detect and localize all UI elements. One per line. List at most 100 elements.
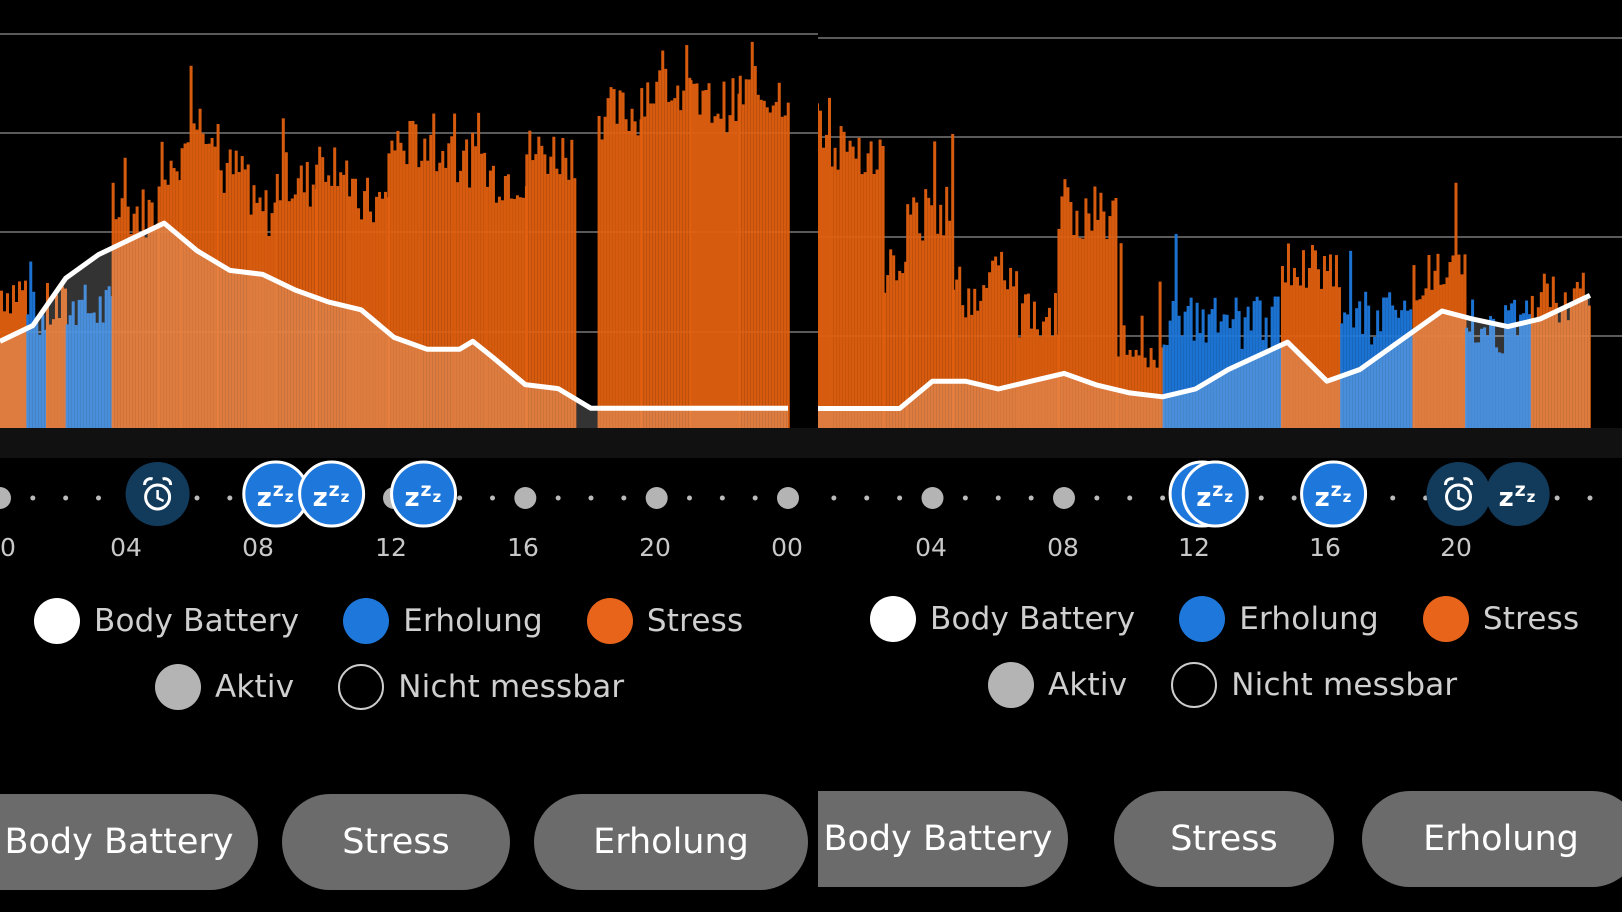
- stress-bar: [630, 108, 634, 428]
- activity-dot: [777, 487, 799, 509]
- stress-bar: [819, 110, 822, 429]
- button-label: Body Battery: [823, 819, 1053, 859]
- legend-item-active: Aktiv: [155, 664, 294, 710]
- stress-bar: [670, 100, 674, 428]
- stress-bar: [836, 169, 840, 429]
- sleep-icon: z: [1331, 479, 1342, 501]
- sleep-icon: z: [1196, 483, 1211, 513]
- legend-item-unmeasurable: Nicht messbar: [1171, 662, 1457, 708]
- timeline-dot: [864, 495, 870, 501]
- body-battery-button[interactable]: Body Battery: [0, 794, 258, 890]
- button-label: Erholung: [593, 822, 749, 862]
- x-tick-label: 08: [242, 533, 274, 562]
- stress-bar: [906, 204, 910, 428]
- body-battery-button[interactable]: Body Battery: [818, 791, 1068, 887]
- chart-baseline-strip: [818, 428, 1622, 458]
- timeline-dot: [227, 495, 233, 501]
- stress-bar: [777, 82, 781, 429]
- stress-bar: [600, 139, 604, 429]
- stress-bar: [786, 102, 790, 428]
- button-label: Stress: [1170, 819, 1278, 859]
- legend-item-stress: Stress: [1422, 596, 1579, 642]
- stress-bar: [872, 173, 876, 428]
- x-tick-label: 00: [0, 533, 16, 562]
- stress-bar: [633, 121, 637, 428]
- recovery-button[interactable]: Erholung: [1362, 791, 1622, 887]
- stress-swatch-icon: [1422, 596, 1469, 642]
- stress-bar: [640, 88, 644, 428]
- stress-bar: [716, 113, 720, 428]
- stress-button[interactable]: Stress: [282, 794, 510, 890]
- stress-bar: [750, 41, 754, 428]
- stress-bar: [689, 80, 693, 428]
- stress-bar: [646, 82, 650, 428]
- unmeasurable-swatch-icon: [338, 664, 385, 710]
- activity-dot: [514, 487, 537, 509]
- legend-item-unmeasurable: Nicht messbar: [338, 664, 624, 710]
- stress-bar: [728, 115, 732, 429]
- x-tick-label: 20: [639, 533, 671, 562]
- timeline-dot: [1390, 495, 1396, 501]
- stress-bar: [759, 99, 763, 428]
- timeline-dot: [897, 495, 903, 501]
- stress-bar: [621, 92, 625, 428]
- stress-bar: [895, 280, 899, 428]
- stress-bar: [573, 178, 577, 428]
- x-tick-label: 12: [1178, 533, 1210, 562]
- stress-bar: [845, 151, 849, 428]
- chart-baseline-strip: [0, 428, 818, 458]
- stress-body-battery-chart-right: zzzzzzzzzzzz000408121620: [818, 37, 1622, 562]
- recovery-swatch-icon: [343, 598, 390, 644]
- stress-bar: [731, 78, 735, 429]
- stress-bar: [597, 115, 601, 428]
- stress-bar: [860, 174, 864, 428]
- stress-bar: [664, 68, 668, 428]
- x-tick-label: 12: [375, 533, 407, 562]
- stress-bar: [561, 138, 565, 429]
- x-tick-label: 04: [915, 533, 947, 562]
- timeline-dot: [719, 495, 725, 501]
- stress-bar: [863, 172, 867, 428]
- stress-bar: [756, 94, 760, 429]
- stress-bar: [878, 139, 882, 428]
- timeline-dot: [457, 495, 463, 501]
- stress-bar: [707, 83, 711, 428]
- timeline-dot: [1094, 495, 1100, 501]
- stress-bar: [771, 105, 775, 429]
- stress-bar: [738, 75, 742, 429]
- stress-bar: [828, 97, 831, 429]
- stress-bar: [643, 116, 647, 428]
- stress-bar: [857, 137, 861, 428]
- sleep-icon: z: [1224, 488, 1233, 506]
- timeline-dot: [490, 495, 495, 501]
- stress-bar: [682, 90, 686, 428]
- active-swatch-icon: [155, 664, 201, 710]
- stress-bar: [676, 85, 680, 428]
- legend-label: Nicht messbar: [398, 669, 625, 705]
- stress-bar: [564, 157, 568, 428]
- stress-bar: [753, 66, 757, 428]
- stress-bar: [685, 45, 689, 428]
- x-tick-label: 16: [1309, 533, 1341, 562]
- stress-bar: [606, 98, 610, 428]
- sleep-icon: z: [341, 488, 350, 506]
- stress-button[interactable]: Stress: [1114, 791, 1334, 887]
- sleep-icon: z: [1343, 488, 1352, 506]
- active-swatch-icon: [988, 662, 1034, 708]
- recovery-button[interactable]: Erholung: [534, 794, 808, 890]
- timeline-dot: [1587, 495, 1593, 501]
- stress-bar: [658, 70, 662, 428]
- legend-label: Erholung: [1239, 601, 1379, 637]
- sleep-icon: z: [1527, 488, 1536, 506]
- stress-bar: [818, 103, 819, 428]
- activity-dot: [1053, 487, 1075, 509]
- timeline-dot: [995, 495, 1001, 501]
- stress-bar: [866, 153, 870, 428]
- timeline-dot: [1028, 495, 1034, 501]
- stress-bar: [679, 110, 683, 429]
- sleep-icon: z: [257, 483, 272, 513]
- activity-dot: [645, 487, 668, 509]
- sleep-icon: z: [405, 483, 420, 513]
- unmeasurable-swatch-icon: [1171, 662, 1218, 708]
- stress-bar: [710, 122, 714, 429]
